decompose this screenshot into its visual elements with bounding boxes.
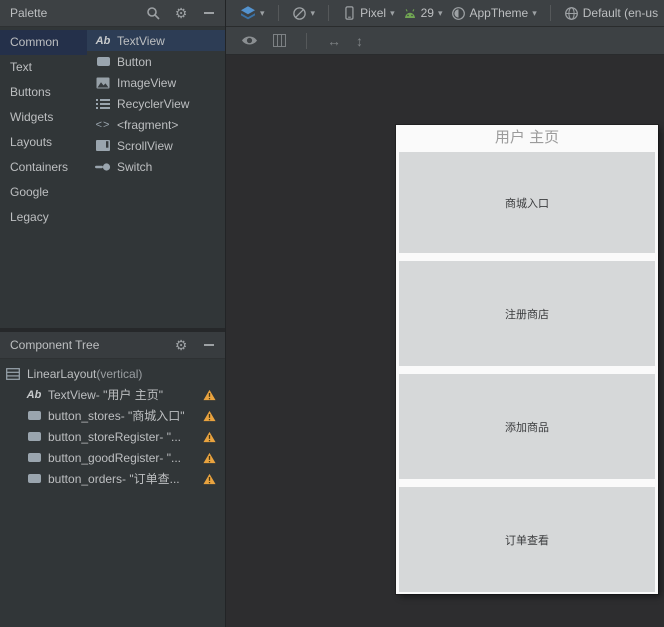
palette-category-common[interactable]: Common: [0, 30, 87, 55]
component-tree: LinearLayout(vertical) Ab TextView- "用户 …: [0, 359, 225, 627]
minimize-icon[interactable]: [201, 337, 217, 353]
minimize-icon[interactable]: [201, 5, 217, 21]
linearlayout-icon: [5, 367, 21, 380]
palette-header-actions: ⚙: [145, 5, 217, 21]
warning-icon[interactable]: [203, 431, 216, 443]
palette-item-imageview[interactable]: ImageView: [87, 72, 225, 93]
palette-category-containers[interactable]: Containers: [0, 155, 87, 180]
globe-icon: [564, 6, 579, 21]
horizontal-scroll-icon[interactable]: ↔: [327, 33, 341, 49]
left-panel: Palette ⚙ Common Text Buttons Widgets La…: [0, 0, 226, 627]
design-surface[interactable]: 用户 主页 商城入口 注册商店 添加商品 订单查看: [226, 55, 664, 627]
palette-categories: Common Text Buttons Widgets Layouts Cont…: [0, 27, 87, 328]
chevron-down-icon: ▾: [437, 7, 443, 18]
palette-category-google[interactable]: Google: [0, 180, 87, 205]
tree-node-button-goodregister[interactable]: button_goodRegister- "...: [0, 447, 225, 468]
gear-icon[interactable]: ⚙: [173, 337, 189, 353]
textview-icon: Ab: [95, 34, 111, 47]
warning-icon[interactable]: [203, 473, 216, 485]
design-surface-selector[interactable]: ▾: [240, 5, 265, 21]
component-tree-actions: ⚙: [173, 337, 217, 353]
palette-item-scrollview[interactable]: ScrollView: [87, 135, 225, 156]
button-icon: [26, 432, 42, 441]
layers-icon: [240, 5, 256, 21]
device-selector[interactable]: Pixel ▾: [342, 5, 395, 21]
preview-button-stores[interactable]: 商城入口: [399, 152, 655, 253]
switch-icon: [95, 162, 111, 172]
palette-item-fragment[interactable]: <> <fragment>: [87, 114, 225, 135]
preview-button-store-register[interactable]: 注册商店: [399, 261, 655, 366]
imageview-icon: [95, 77, 111, 89]
scrollview-icon: [95, 140, 111, 151]
view-options-toolbar: ↔ ↕: [226, 27, 664, 55]
gear-icon[interactable]: ⚙: [173, 5, 189, 21]
palette-category-buttons[interactable]: Buttons: [0, 80, 87, 105]
palette-category-widgets[interactable]: Widgets: [0, 105, 87, 130]
toolbar-separator: [328, 5, 330, 21]
design-toolbar: ▾ ▾ Pixel ▾ 29 ▾ AppTheme ▾ Default (en-…: [226, 0, 664, 27]
palette-category-text[interactable]: Text: [0, 55, 87, 80]
preview-textview-title[interactable]: 用户 主页: [396, 125, 658, 152]
warning-icon[interactable]: [203, 410, 216, 422]
design-editor: ▾ ▾ Pixel ▾ 29 ▾ AppTheme ▾ Default (en-…: [226, 0, 664, 627]
warning-icon[interactable]: [203, 452, 216, 464]
button-icon: [26, 411, 42, 420]
api-level-selector[interactable]: 29 ▾: [403, 6, 443, 20]
tree-node-button-orders[interactable]: button_orders- "订单查...: [0, 468, 225, 489]
textview-icon: Ab: [26, 388, 42, 401]
theme-selector[interactable]: AppTheme ▾: [451, 6, 537, 21]
button-icon: [26, 474, 42, 483]
orientation-icon: [292, 6, 307, 21]
preview-button-list: 商城入口 注册商店 添加商品 订单查看: [396, 152, 658, 594]
orientation-selector[interactable]: ▾: [292, 6, 316, 21]
toolbar-separator: [306, 32, 307, 49]
tree-node-textview[interactable]: Ab TextView- "用户 主页": [0, 384, 225, 405]
palette-item-button[interactable]: Button: [87, 51, 225, 72]
tree-node-linearlayout[interactable]: LinearLayout(vertical): [0, 363, 225, 384]
locale-selector[interactable]: Default (en-us: [564, 6, 658, 21]
component-tree-header: Component Tree ⚙: [0, 332, 225, 359]
palette-item-textview[interactable]: Ab TextView: [87, 30, 225, 51]
theme-icon: [451, 6, 466, 21]
component-tree-title: Component Tree: [10, 338, 100, 352]
columns-icon[interactable]: [273, 34, 286, 47]
chevron-down-icon: ▾: [260, 7, 265, 18]
search-icon[interactable]: [145, 5, 161, 21]
device-preview: 用户 主页 商城入口 注册商店 添加商品 订单查看: [396, 125, 658, 594]
palette-item-switch[interactable]: Switch: [87, 156, 225, 177]
palette-category-legacy[interactable]: Legacy: [0, 205, 87, 230]
fragment-icon: <>: [95, 118, 111, 131]
phone-icon: [342, 5, 356, 21]
preview-button-orders[interactable]: 订单查看: [399, 487, 655, 592]
button-icon: [26, 453, 42, 462]
chevron-down-icon: ▾: [310, 7, 316, 18]
button-icon: [95, 57, 111, 66]
recyclerview-icon: [95, 98, 111, 110]
android-icon: [403, 8, 417, 19]
preview-button-good-register[interactable]: 添加商品: [399, 374, 655, 479]
palette-title: Palette: [10, 6, 48, 20]
palette-item-recyclerview[interactable]: RecyclerView: [87, 93, 225, 114]
chevron-down-icon: ▾: [390, 7, 395, 18]
view-options-eye-icon[interactable]: [241, 34, 258, 47]
vertical-scroll-icon[interactable]: ↕: [356, 33, 363, 49]
android-studio-layout-editor: Palette ⚙ Common Text Buttons Widgets La…: [0, 0, 664, 627]
warning-icon[interactable]: [203, 389, 216, 401]
palette-items: Ab TextView Button ImageView RecyclerVie…: [87, 27, 225, 328]
toolbar-separator: [549, 5, 551, 21]
palette-body: Common Text Buttons Widgets Layouts Cont…: [0, 27, 225, 328]
toolbar-separator: [277, 5, 279, 21]
tree-node-button-storeregister[interactable]: button_storeRegister- "...: [0, 426, 225, 447]
palette-header: Palette ⚙: [0, 0, 225, 27]
tree-node-button-stores[interactable]: button_stores- "商城入口": [0, 405, 225, 426]
palette-category-layouts[interactable]: Layouts: [0, 130, 87, 155]
chevron-down-icon: ▾: [532, 7, 537, 18]
